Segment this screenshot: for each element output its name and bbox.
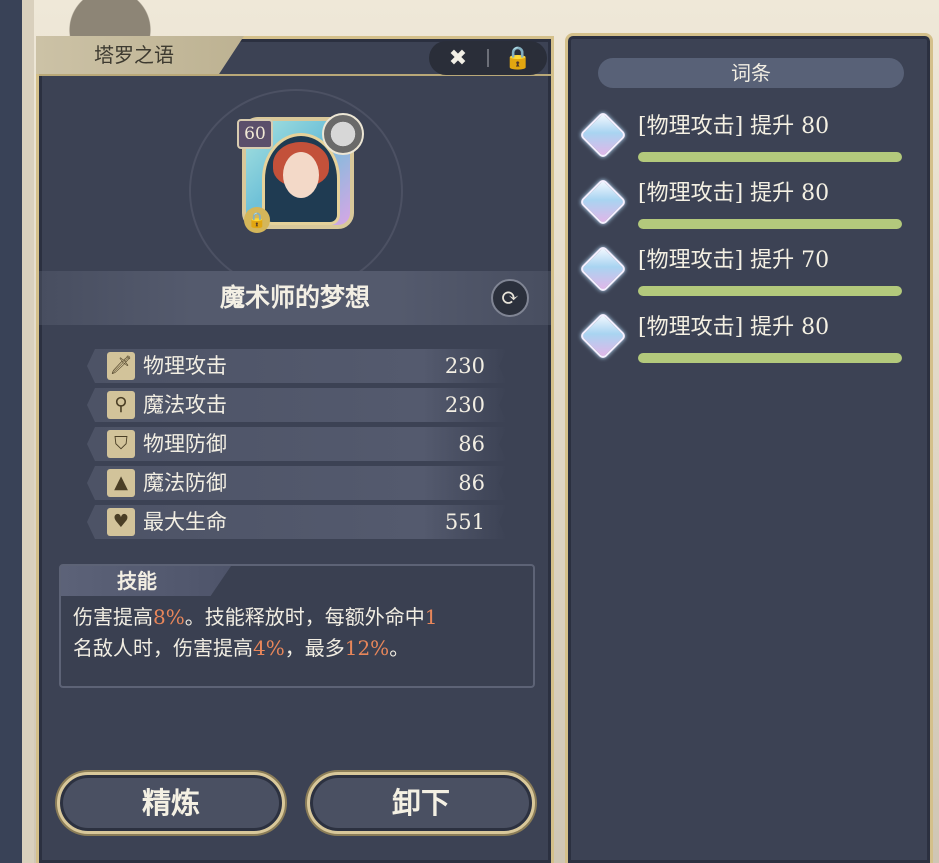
stat-row: 🗡 物理攻击 230: [87, 349, 507, 383]
skill-text-part: ，最多: [284, 636, 345, 660]
stat-row: ⚲ 魔法攻击 230: [87, 388, 507, 422]
skill-box: 技能 伤害提高8%。技能释放时，每额外命中1 名敌人时，伤害提高4%，最多12%。: [59, 564, 535, 688]
equipped-character-avatar: [322, 113, 364, 155]
wand-icon: ⚲: [107, 391, 135, 419]
portrait-face: [283, 152, 319, 198]
affix-bar: [638, 219, 902, 229]
gem-icon: [578, 244, 628, 294]
background-edge: [0, 0, 22, 863]
stats-list: 🗡 物理攻击 230 ⚲ 魔法攻击 230 ⛉ 物理防御 86 ▲ 魔法防御 8…: [87, 349, 507, 544]
skill-text-part: 。: [389, 636, 410, 660]
affix-bar: [638, 286, 902, 296]
stat-label: 魔法攻击: [143, 393, 227, 417]
skill-highlight-value: 12%: [344, 636, 390, 660]
unequip-button[interactable]: 卸下: [307, 772, 535, 834]
affix-bar-fill: [638, 353, 902, 363]
affix-panel: 词条 [物理攻击] 提升 80 [物理攻击] 提升 80 [物理攻击] 提升 7…: [565, 33, 933, 863]
wizard-hat-icon: ▲: [107, 469, 135, 497]
skill-text-part: 伤害提高: [73, 605, 153, 629]
heart-icon: ♥: [107, 508, 135, 536]
affix-text: [物理攻击] 提升 80: [638, 181, 830, 206]
affix-text: [物理攻击] 提升 80: [638, 114, 830, 139]
stat-row: ♥ 最大生命 551: [87, 505, 507, 539]
skill-highlight-value: 8%: [153, 605, 185, 629]
gem-icon: [578, 110, 628, 160]
stat-label: 物理攻击: [143, 354, 227, 378]
close-x-icon[interactable]: ✖: [429, 41, 487, 75]
header-actions: ✖ 🔒: [429, 41, 547, 75]
background-edge-light: [22, 0, 34, 863]
affix-panel-title: 词条: [598, 58, 904, 88]
sword-icon: 🗡: [107, 352, 135, 380]
skill-title: 技能: [61, 566, 231, 596]
stat-value: 86: [458, 432, 485, 456]
item-name: 魔术师的梦想: [219, 283, 370, 312]
stat-row: ⛉ 物理防御 86: [87, 427, 507, 461]
stat-row: ▲ 魔法防御 86: [87, 466, 507, 500]
equipment-detail-panel: 塔罗之语 ✖ 🔒 60 🔒 魔术师的梦想 ⟳ 🗡 物理攻击 230 ⚲ 魔法攻击…: [36, 36, 554, 863]
affix-item: [物理攻击] 提升 80: [578, 110, 916, 168]
skill-text-part: 。技能释放时，每额外命中: [184, 605, 425, 629]
affix-text: [物理攻击] 提升 70: [638, 248, 830, 273]
stat-value: 230: [444, 354, 485, 378]
skill-highlight-value: 4%: [253, 636, 285, 660]
stat-label: 魔法防御: [143, 471, 227, 495]
skill-description: 伤害提高8%。技能释放时，每额外命中1 名敌人时，伤害提高4%，最多12%。: [73, 602, 523, 664]
gem-icon: [578, 177, 628, 227]
lock-icon: 🔒: [244, 207, 270, 233]
lock-icon[interactable]: 🔒: [489, 41, 547, 75]
stat-value: 230: [444, 393, 485, 417]
skill-text-part: 名敌人时，伤害提高: [73, 636, 253, 660]
refresh-icon[interactable]: ⟳: [491, 279, 529, 317]
affix-bar-fill: [638, 286, 902, 296]
stat-value: 551: [444, 510, 485, 534]
stat-value: 86: [458, 471, 485, 495]
affix-item: [物理攻击] 提升 80: [578, 177, 916, 235]
affix-bar: [638, 353, 902, 363]
panel-title: 塔罗之语: [36, 36, 244, 74]
affix-bar-fill: [638, 219, 902, 229]
stat-label: 最大生命: [143, 510, 227, 534]
stat-label: 物理防御: [143, 432, 227, 456]
card-level-badge: 60: [237, 119, 273, 149]
affix-item: [物理攻击] 提升 70: [578, 244, 916, 302]
skill-highlight-value: 1: [424, 605, 438, 629]
affix-bar-fill: [638, 152, 902, 162]
affix-item: [物理攻击] 提升 80: [578, 311, 916, 369]
affix-bar: [638, 152, 902, 162]
refine-button[interactable]: 精炼: [57, 772, 285, 834]
affix-text: [物理攻击] 提升 80: [638, 315, 830, 340]
gem-icon: [578, 311, 628, 361]
shield-icon: ⛉: [107, 430, 135, 458]
